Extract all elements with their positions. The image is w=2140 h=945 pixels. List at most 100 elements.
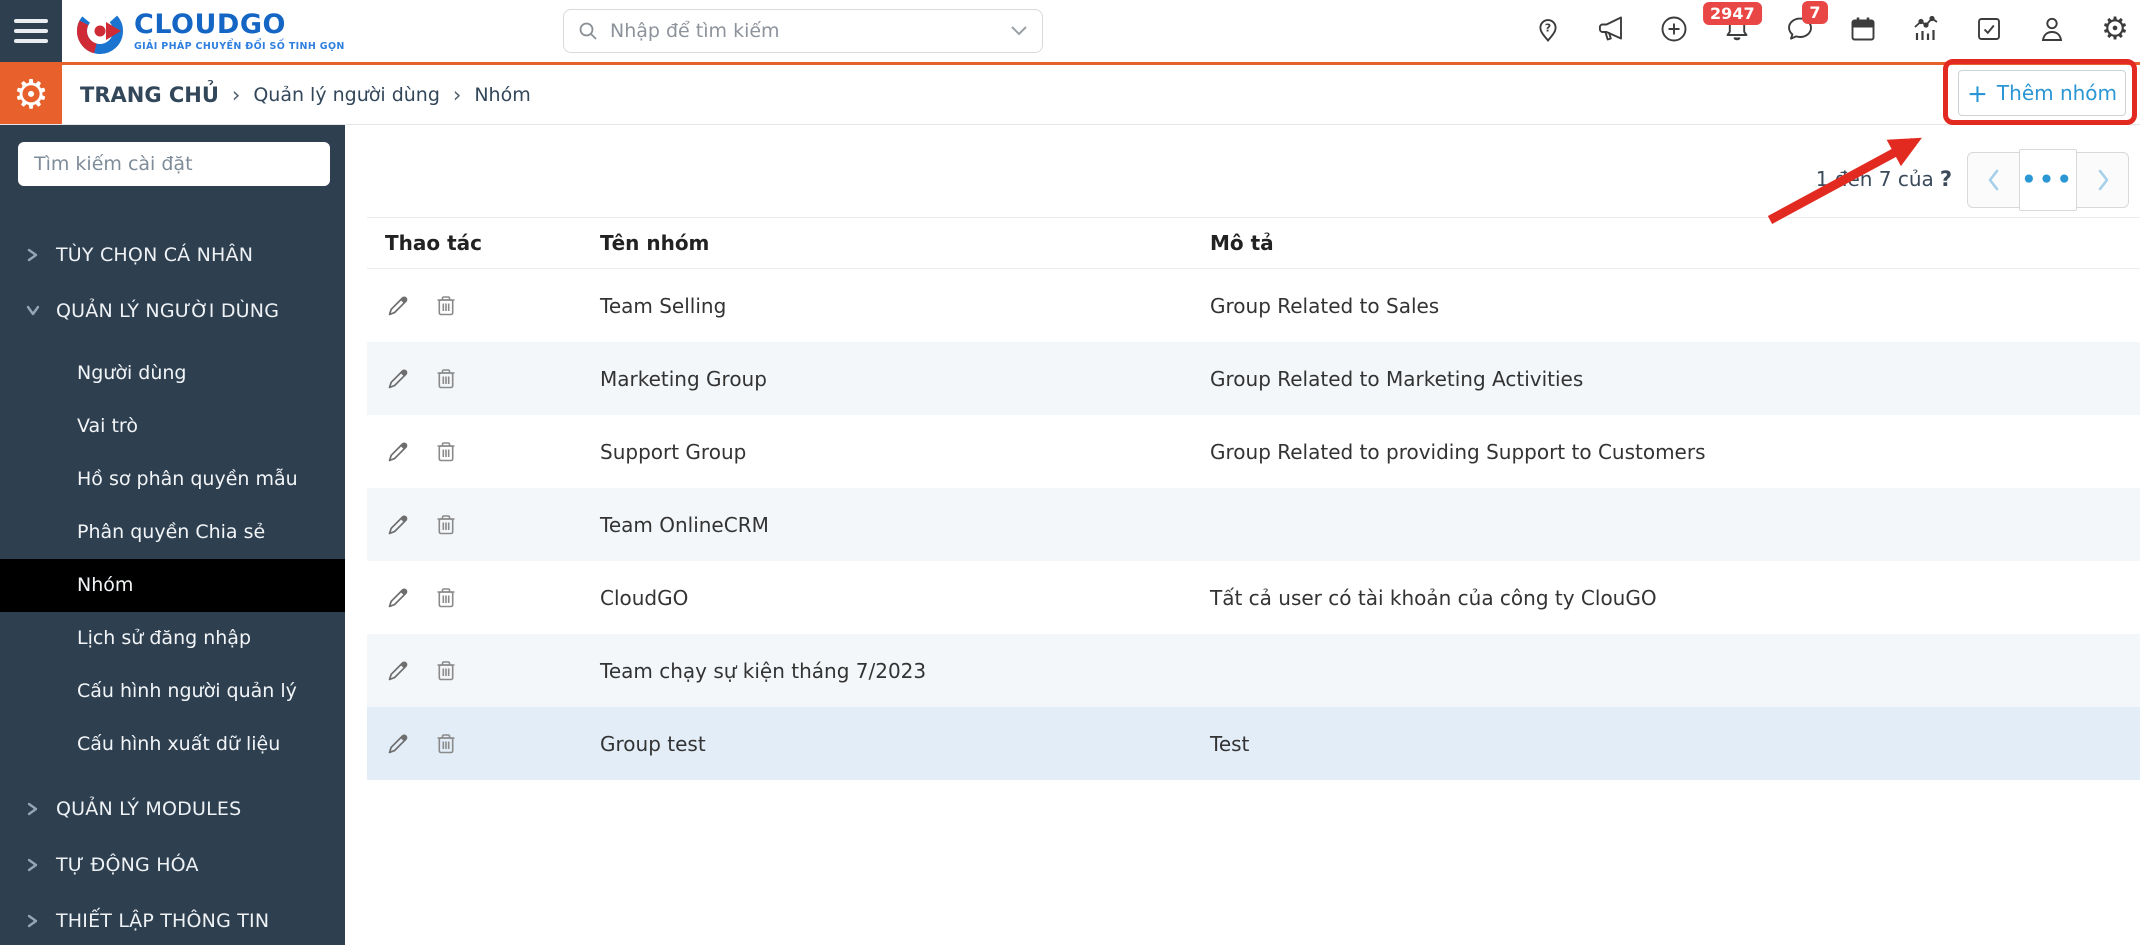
- sidebar-item-groups[interactable]: Nhóm: [0, 559, 345, 612]
- calendar-icon[interactable]: [1848, 14, 1878, 44]
- logo-tagline: GIẢI PHÁP CHUYỂN ĐỔI SỐ TINH GỌN: [134, 40, 345, 52]
- hamburger-menu-icon[interactable]: [0, 0, 62, 62]
- edit-icon[interactable]: [385, 366, 411, 392]
- group-name: Support Group: [600, 439, 747, 464]
- column-header-actions: Thao tác: [385, 231, 482, 255]
- settings-sidebar: TÙY CHỌN CÁ NHÂN QUẢN LÝ NGƯỜI DÙNG Ngườ…: [0, 125, 345, 945]
- sidebar-item-users[interactable]: Người dùng: [0, 347, 345, 400]
- logo-title: CLOUDGO: [134, 8, 286, 40]
- message-badge: 7: [1802, 1, 1828, 24]
- breadcrumb: TRANG CHỦ › Quản lý người dùng › Nhóm: [80, 65, 531, 124]
- delete-icon[interactable]: [433, 658, 459, 684]
- table-row[interactable]: Team OnlineCRM: [367, 488, 2140, 561]
- sidebar-section-module-management[interactable]: QUẢN LÝ MODULES: [0, 781, 345, 837]
- group-name: Group test: [600, 731, 706, 756]
- top-bar: CLOUDGO GIẢI PHÁP CHUYỂN ĐỔI SỐ TINH GỌN…: [0, 0, 2140, 62]
- table-row[interactable]: Support Group Group Related to providing…: [367, 415, 2140, 488]
- sidebar-section-user-management[interactable]: QUẢN LÝ NGƯỜI DÙNG: [0, 283, 345, 339]
- global-search-input[interactable]: [608, 19, 1010, 43]
- settings-gear-icon[interactable]: ⚙: [2100, 14, 2130, 45]
- group-description: Group Related to Sales: [1210, 293, 1440, 318]
- breadcrumb-bar: ⚙ TRANG CHỦ › Quản lý người dùng › Nhóm: [0, 62, 2140, 125]
- settings-section-gear-icon[interactable]: ⚙: [0, 65, 62, 124]
- group-description: Test: [1210, 731, 1250, 756]
- next-page-button[interactable]: [2077, 153, 2128, 207]
- group-name: Team OnlineCRM: [600, 512, 769, 537]
- table-row[interactable]: Team chạy sự kiện tháng 7/2023: [367, 634, 2140, 707]
- svg-text:?: ?: [1545, 22, 1551, 35]
- edit-icon[interactable]: [385, 585, 411, 611]
- breadcrumb-home[interactable]: TRANG CHỦ: [80, 83, 219, 107]
- add-circle-icon[interactable]: [1659, 14, 1689, 44]
- edit-icon[interactable]: [385, 731, 411, 757]
- sidebar-search-input[interactable]: [18, 142, 330, 186]
- breadcrumb-separator: ›: [452, 82, 462, 107]
- table-header: Thao tác Tên nhóm Mô tả: [367, 217, 2140, 269]
- chevron-left-icon: [1988, 169, 1998, 191]
- chevron-right-icon: [26, 858, 40, 872]
- chevron-right-icon: [26, 802, 40, 816]
- chat-bubble-icon[interactable]: 7: [1785, 1, 1828, 44]
- sidebar-item-permission-profiles[interactable]: Hồ sơ phân quyền mẫu: [0, 453, 345, 506]
- chevron-right-icon: [26, 914, 40, 928]
- breadcrumb-section[interactable]: Quản lý người dùng: [253, 84, 440, 106]
- sidebar-menu: TÙY CHỌN CÁ NHÂN QUẢN LÝ NGƯỜI DÙNG Ngườ…: [0, 227, 345, 945]
- delete-icon[interactable]: [433, 439, 459, 465]
- cloudgo-logo[interactable]: CLOUDGO GIẢI PHÁP CHUYỂN ĐỔI SỐ TINH GỌN: [76, 7, 345, 55]
- plus-icon: +: [1966, 78, 1988, 108]
- cloudgo-logo-mark: [77, 8, 123, 54]
- delete-icon[interactable]: [433, 731, 459, 757]
- sidebar-section-information-setup[interactable]: THIẾT LẬP THÔNG TIN: [0, 893, 345, 945]
- search-icon: [579, 22, 597, 40]
- group-description: Tất cả user có tài khoản của công ty Clo…: [1210, 585, 1657, 610]
- chevron-right-icon: [2098, 169, 2108, 191]
- add-group-button[interactable]: + Thêm nhóm: [1958, 70, 2126, 116]
- delete-icon[interactable]: [433, 293, 459, 319]
- sidebar-item-manager-config[interactable]: Cấu hình người quản lý: [0, 665, 345, 718]
- breadcrumb-current: Nhóm: [474, 83, 531, 106]
- edit-icon[interactable]: [385, 293, 411, 319]
- user-icon[interactable]: [2037, 14, 2067, 44]
- analytics-chart-icon[interactable]: [1911, 14, 1941, 44]
- sidebar-item-login-history[interactable]: Lịch sử đăng nhập: [0, 612, 345, 665]
- previous-page-button[interactable]: [1968, 153, 2019, 207]
- sidebar-section-personal-options[interactable]: TÙY CHỌN CÁ NHÂN: [0, 227, 345, 283]
- column-header-description: Mô tả: [1210, 231, 1274, 255]
- pagination-total-unknown: ?: [1939, 167, 1952, 191]
- notification-bell-icon[interactable]: 2947: [1703, 2, 1762, 44]
- sidebar-section-automation[interactable]: TỰ ĐỘNG HÓA: [0, 837, 345, 893]
- global-search[interactable]: [563, 9, 1043, 53]
- edit-icon[interactable]: [385, 658, 411, 684]
- megaphone-icon[interactable]: [1596, 14, 1626, 44]
- chevron-down-icon[interactable]: [1010, 25, 1028, 37]
- group-name: Team Selling: [600, 293, 727, 318]
- sidebar-item-export-config[interactable]: Cấu hình xuất dữ liệu: [0, 718, 345, 771]
- edit-icon[interactable]: [385, 439, 411, 465]
- delete-icon[interactable]: [433, 585, 459, 611]
- table-row[interactable]: Group test Test: [367, 707, 2140, 780]
- location-question-icon[interactable]: ?: [1533, 14, 1563, 44]
- group-name: Marketing Group: [600, 366, 767, 391]
- table-row[interactable]: CloudGO Tất cả user có tài khoản của côn…: [367, 561, 2140, 634]
- group-description: Group Related to providing Support to Cu…: [1210, 439, 1706, 464]
- pagination-controls: •••: [1967, 149, 2129, 211]
- column-header-name: Tên nhóm: [600, 231, 710, 255]
- group-name: Team chạy sự kiện tháng 7/2023: [600, 658, 927, 683]
- breadcrumb-separator: ›: [231, 82, 241, 107]
- group-name: CloudGO: [600, 585, 689, 610]
- delete-icon[interactable]: [433, 512, 459, 538]
- group-description: Group Related to Marketing Activities: [1210, 366, 1584, 391]
- cloudgo-admin-window: CLOUDGO GIẢI PHÁP CHUYỂN ĐỔI SỐ TINH GỌN…: [0, 0, 2140, 945]
- page-list-button[interactable]: •••: [2019, 149, 2077, 211]
- topbar-icon-row: ? 2947 7 ⚙: [1533, 1, 2130, 45]
- table-row[interactable]: Team Selling Group Related to Sales: [367, 269, 2140, 342]
- notification-badge: 2947: [1703, 2, 1762, 25]
- sidebar-item-roles[interactable]: Vai trò: [0, 400, 345, 453]
- delete-icon[interactable]: [433, 366, 459, 392]
- ellipsis-icon: •••: [2021, 167, 2075, 193]
- sidebar-item-sharing-permissions[interactable]: Phân quyền Chia sẻ: [0, 506, 345, 559]
- edit-icon[interactable]: [385, 512, 411, 538]
- table-row[interactable]: Marketing Group Group Related to Marketi…: [367, 342, 2140, 415]
- groups-table: Thao tác Tên nhóm Mô tả Team Selling Gro…: [367, 217, 2140, 780]
- task-check-icon[interactable]: [1974, 14, 2004, 44]
